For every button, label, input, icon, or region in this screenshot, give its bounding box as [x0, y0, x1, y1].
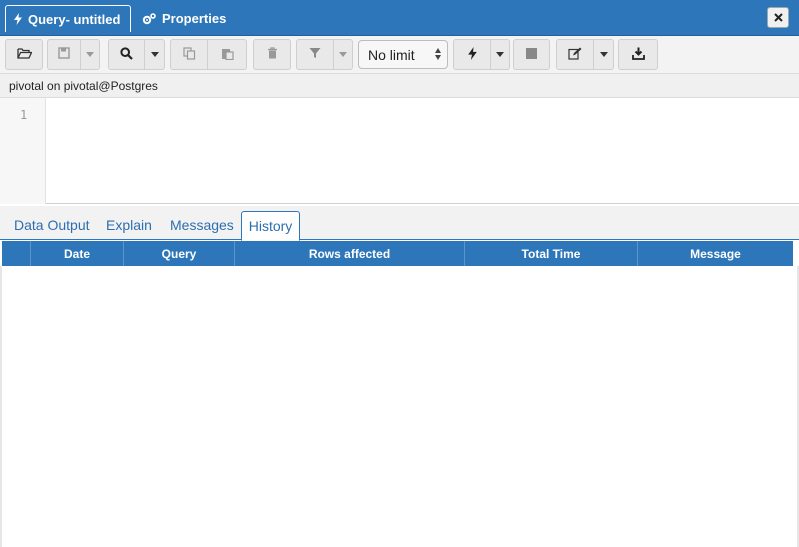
tab-query-untitled[interactable]: Query- untitled — [5, 5, 131, 32]
history-grid-body — [0, 266, 799, 547]
find-options-dropdown[interactable] — [145, 39, 165, 70]
trash-icon — [267, 47, 278, 62]
select-arrows-icon — [435, 48, 441, 60]
tab-messages[interactable]: Messages — [170, 217, 234, 233]
close-panel-button[interactable] — [767, 7, 789, 28]
download-icon — [631, 47, 645, 63]
close-icon — [773, 10, 783, 25]
open-file-button[interactable] — [5, 39, 43, 70]
delete-button[interactable] — [253, 39, 291, 70]
floppy-disk-icon — [58, 47, 70, 62]
lightning-icon — [14, 13, 22, 25]
edit-options-dropdown[interactable] — [594, 39, 614, 70]
connection-label: pivotal on pivotal@Postgres — [9, 78, 158, 93]
tab-explain[interactable]: Explain — [106, 217, 152, 233]
execute-options-dropdown[interactable] — [491, 39, 510, 70]
tab-query-label: Query- untitled — [28, 11, 121, 27]
column-header-rows-affected[interactable]: Rows affected — [234, 241, 464, 266]
results-tab-bar: Data Output Explain Messages History — [0, 206, 799, 241]
search-icon — [120, 46, 133, 63]
tab-properties-label: Properties — [162, 11, 227, 26]
filter-icon — [309, 47, 321, 62]
pencil-square-icon — [568, 47, 582, 63]
chevron-down-icon — [86, 52, 94, 57]
editor-gutter: 1 — [0, 98, 46, 204]
column-header-query[interactable]: Query — [123, 241, 234, 266]
row-limit-select[interactable]: No limit — [358, 40, 448, 69]
chevron-down-icon — [599, 52, 608, 57]
tab-data-output[interactable]: Data Output — [14, 217, 90, 233]
paste-icon — [221, 47, 234, 63]
column-header-total-time[interactable]: Total Time — [464, 241, 637, 266]
sql-editor[interactable]: 1 — [0, 98, 799, 204]
lightning-icon — [467, 46, 477, 63]
execute-button[interactable] — [453, 39, 491, 70]
tab-properties[interactable]: Properties — [134, 5, 234, 32]
line-number: 1 — [20, 108, 28, 122]
chevron-down-icon — [339, 52, 347, 57]
stop-icon — [526, 47, 537, 62]
copy-icon — [182, 46, 196, 63]
stop-button[interactable] — [513, 39, 550, 70]
row-limit-value: No limit — [368, 46, 415, 63]
edit-button[interactable] — [556, 39, 594, 70]
tab-history[interactable]: History — [241, 211, 300, 241]
filter-button[interactable] — [296, 39, 334, 70]
find-button[interactable] — [108, 39, 145, 70]
download-button[interactable] — [618, 39, 658, 70]
folder-open-icon — [16, 47, 33, 62]
filter-options-dropdown[interactable] — [334, 39, 353, 70]
panel-tab-bar: Query- untitled Properties — [0, 0, 799, 36]
history-grid-header: Date Query Rows affected Total Time Mess… — [2, 241, 793, 266]
paste-button[interactable] — [208, 39, 247, 70]
query-toolbar: No limit — [0, 36, 799, 74]
save-options-dropdown[interactable] — [81, 39, 100, 70]
save-button[interactable] — [47, 39, 81, 70]
column-header-date[interactable]: Date — [30, 241, 123, 266]
gears-icon — [142, 12, 156, 25]
chevron-down-icon — [496, 52, 504, 57]
connection-bar: pivotal on pivotal@Postgres — [0, 74, 799, 98]
chevron-down-icon — [150, 52, 159, 57]
column-header-message[interactable]: Message — [637, 241, 793, 266]
row-selector-header[interactable] — [2, 241, 30, 266]
copy-button[interactable] — [170, 39, 208, 70]
